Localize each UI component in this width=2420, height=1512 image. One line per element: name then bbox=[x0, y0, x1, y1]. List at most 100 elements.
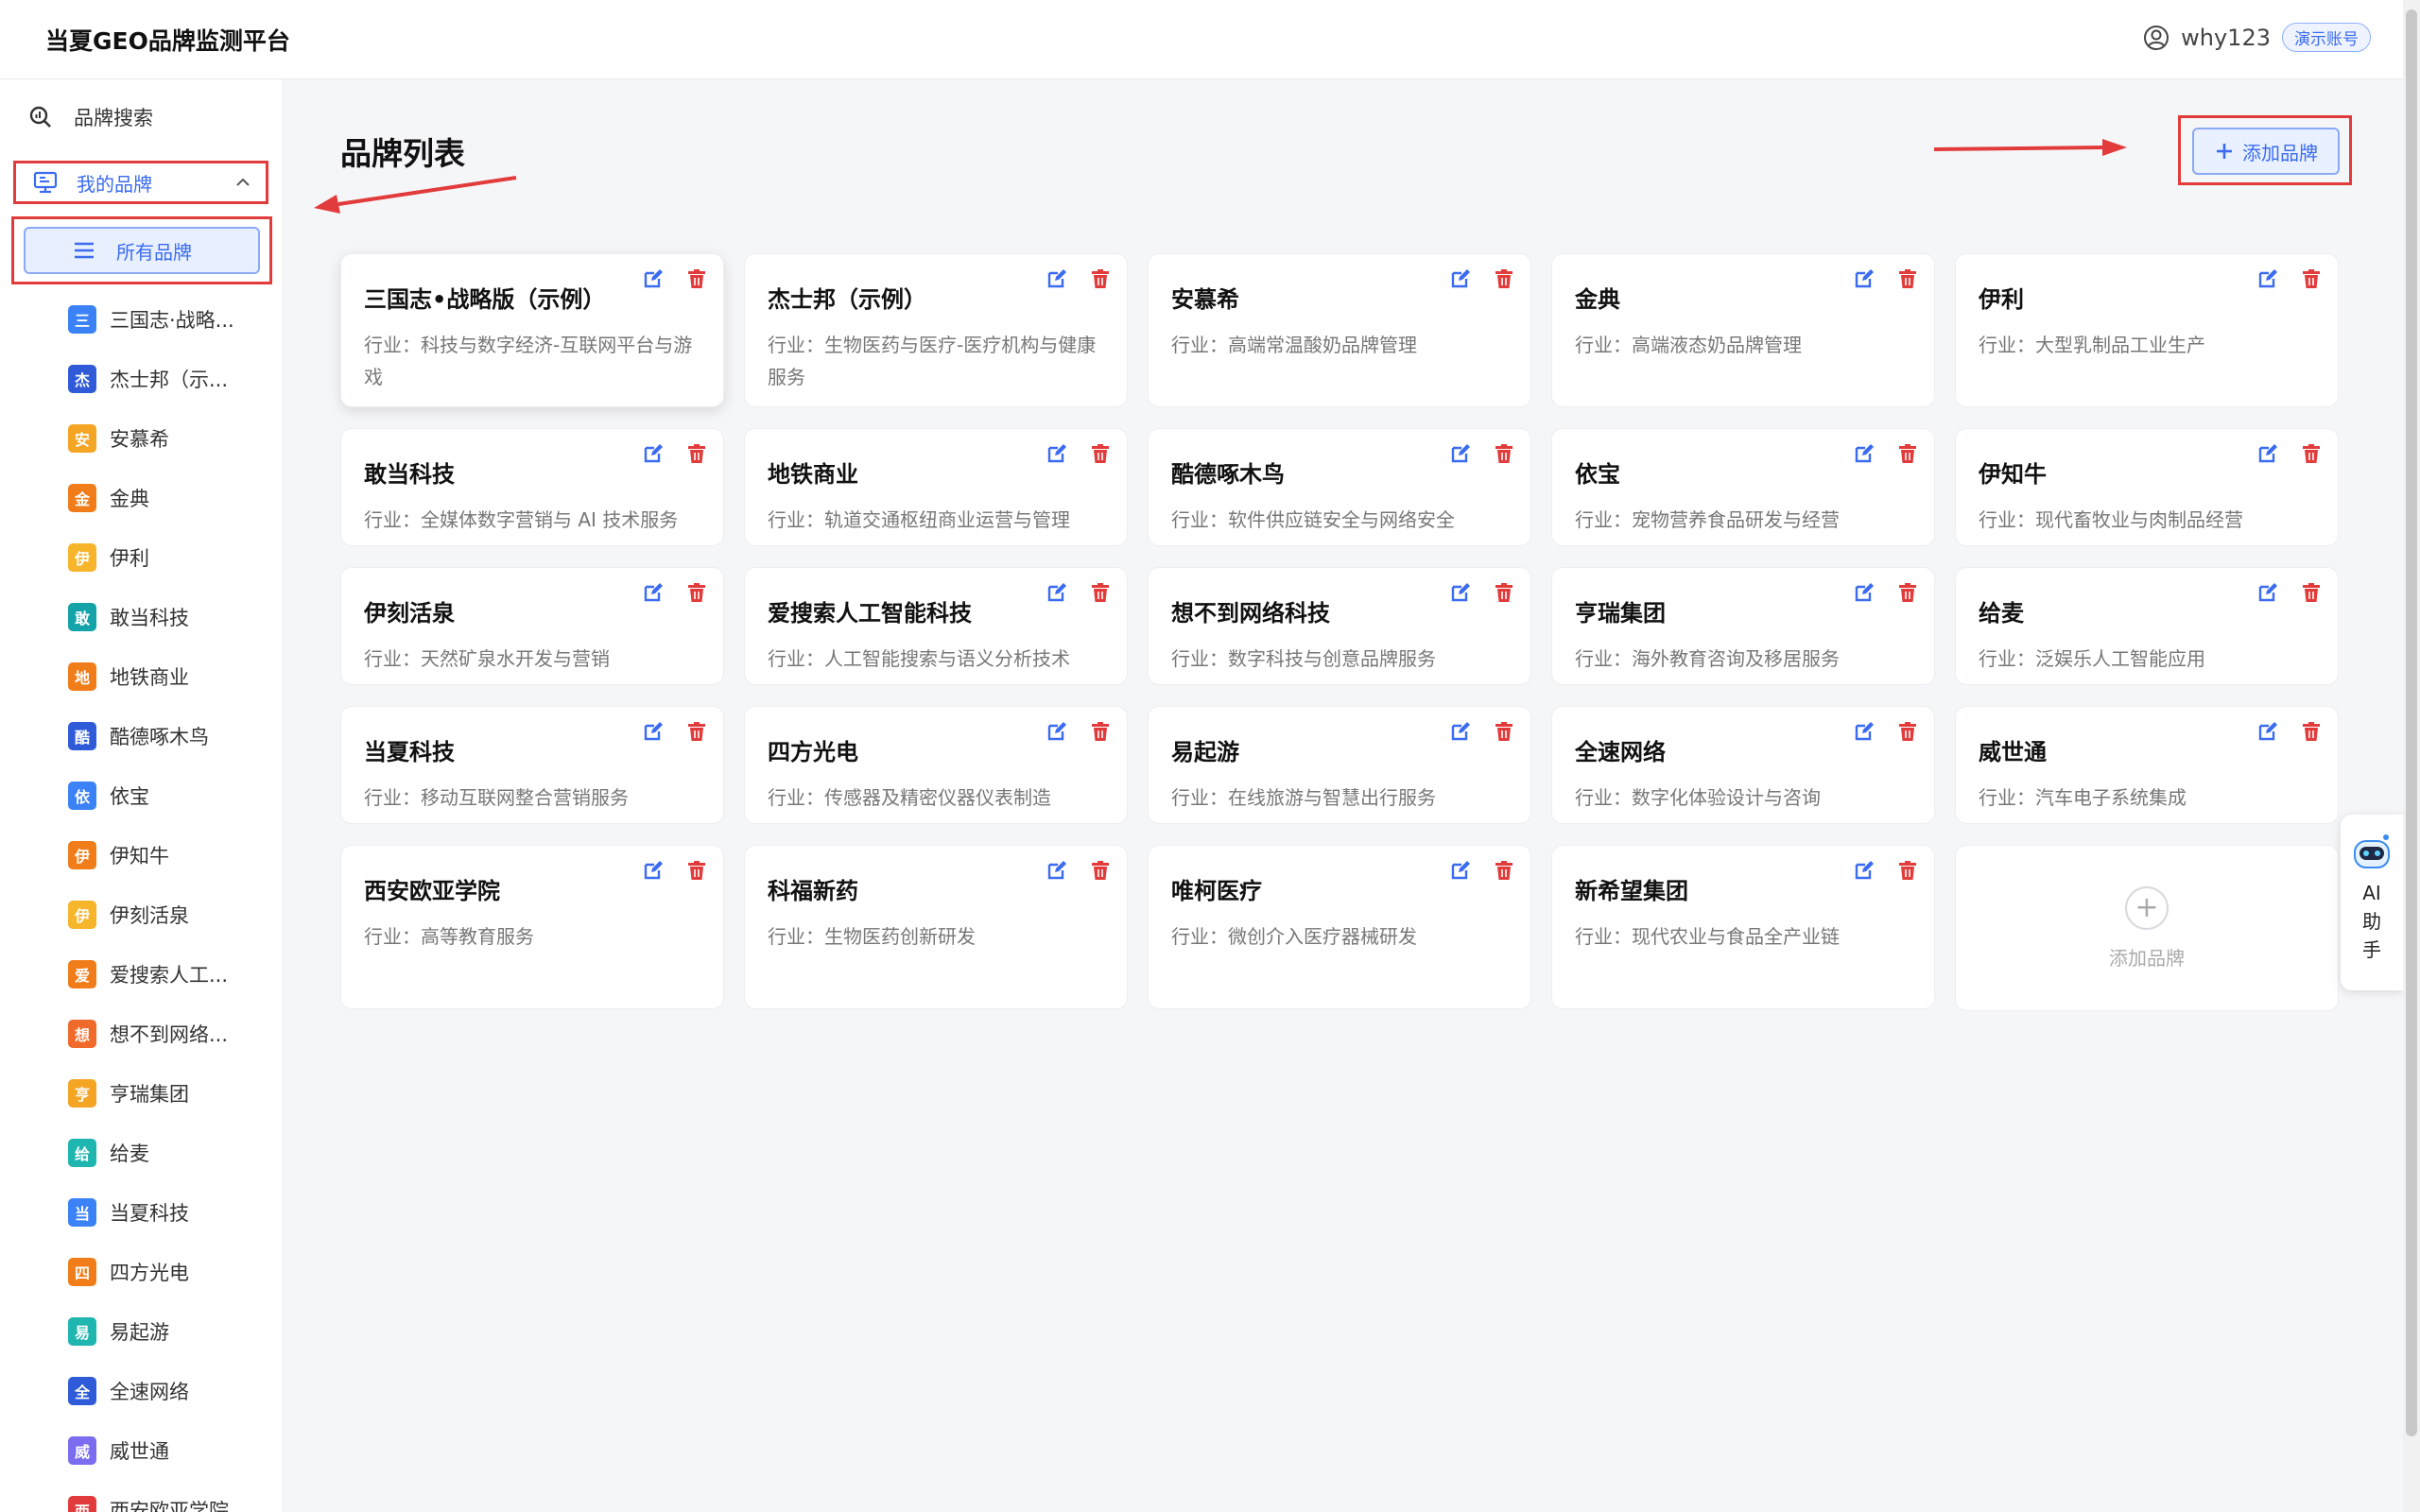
sidebar-brand-item[interactable]: 想想不到网络... bbox=[68, 1004, 283, 1063]
chevron-up-icon[interactable] bbox=[233, 173, 252, 192]
sidebar-brand-item[interactable]: 亨亨瑞集团 bbox=[68, 1063, 283, 1123]
brand-card[interactable]: 金典 行业：高端液态奶品牌管理 bbox=[1551, 253, 1935, 407]
brand-card[interactable]: 伊利 行业：大型乳制品工业生产 bbox=[1955, 253, 2339, 407]
edit-icon[interactable] bbox=[1449, 859, 1472, 882]
brand-card[interactable]: 全速网络 行业：数字化体验设计与咨询 bbox=[1551, 706, 1935, 824]
brand-card[interactable]: 当夏科技 行业：移动互联网整合营销服务 bbox=[340, 706, 724, 824]
delete-icon[interactable] bbox=[1896, 581, 1919, 604]
edit-icon[interactable] bbox=[642, 859, 665, 882]
delete-icon[interactable] bbox=[685, 581, 708, 604]
edit-icon[interactable] bbox=[1449, 720, 1472, 743]
edit-icon[interactable] bbox=[1046, 442, 1068, 465]
edit-icon[interactable] bbox=[642, 442, 665, 465]
sidebar-brand-item[interactable]: 当当夏科技 bbox=[68, 1182, 283, 1242]
sidebar-brand-item[interactable]: 酷酷德啄木鸟 bbox=[68, 706, 283, 765]
delete-icon[interactable] bbox=[1089, 859, 1112, 882]
sidebar-brand-item[interactable]: 全全速网络 bbox=[68, 1361, 283, 1420]
sidebar-brand-item[interactable]: 杰杰士邦（示... bbox=[68, 349, 283, 408]
brand-card[interactable]: 依宝 行业：宠物营养食品研发与经营 bbox=[1551, 428, 1935, 546]
edit-icon[interactable] bbox=[1853, 442, 1876, 465]
sidebar-brand-item[interactable]: 三三国志·战略... bbox=[68, 289, 283, 349]
delete-icon[interactable] bbox=[2300, 442, 2323, 465]
sidebar-brand-item[interactable]: 四四方光电 bbox=[68, 1242, 283, 1301]
brand-card[interactable]: 伊刻活泉 行业：天然矿泉水开发与营销 bbox=[340, 567, 724, 685]
edit-icon[interactable] bbox=[642, 720, 665, 743]
brand-card[interactable]: 亨瑞集团 行业：海外教育咨询及移居服务 bbox=[1551, 567, 1935, 685]
edit-icon[interactable] bbox=[1853, 859, 1876, 882]
delete-icon[interactable] bbox=[1493, 720, 1515, 743]
brand-card[interactable]: 酷德啄木鸟 行业：软件供应链安全与网络安全 bbox=[1148, 428, 1531, 546]
sidebar-brand-item[interactable]: 地地铁商业 bbox=[68, 646, 283, 706]
brand-card[interactable]: 爱搜索人工智能科技 行业：人工智能搜索与语义分析技术 bbox=[744, 567, 1128, 685]
delete-icon[interactable] bbox=[1896, 859, 1919, 882]
brand-card[interactable]: 四方光电 行业：传感器及精密仪器仪表制造 bbox=[744, 706, 1128, 824]
edit-icon[interactable] bbox=[1046, 859, 1068, 882]
delete-icon[interactable] bbox=[685, 442, 708, 465]
brand-card[interactable]: 想不到网络科技 行业：数字科技与创意品牌服务 bbox=[1148, 567, 1531, 685]
sidebar-brand-item[interactable]: 依依宝 bbox=[68, 765, 283, 825]
edit-icon[interactable] bbox=[1449, 442, 1472, 465]
edit-icon[interactable] bbox=[1449, 267, 1472, 290]
page-scrollbar[interactable] bbox=[2403, 0, 2420, 1512]
nav-brand-search[interactable]: 品牌搜索 bbox=[28, 98, 153, 136]
delete-icon[interactable] bbox=[1089, 267, 1112, 290]
edit-icon[interactable] bbox=[1853, 267, 1876, 290]
delete-icon[interactable] bbox=[1896, 720, 1919, 743]
delete-icon[interactable] bbox=[1896, 267, 1919, 290]
sidebar-brand-item[interactable]: 爱爱搜索人工... bbox=[68, 944, 283, 1004]
nav-my-brands[interactable]: 我的品牌 bbox=[13, 161, 268, 204]
edit-icon[interactable] bbox=[2256, 581, 2279, 604]
brand-card[interactable]: 给麦 行业：泛娱乐人工智能应用 bbox=[1955, 567, 2339, 685]
brand-card[interactable]: 杰士邦（示例） 行业：生物医药与医疗-医疗机构与健康服务 bbox=[744, 253, 1128, 407]
sidebar-brand-item[interactable]: 金金典 bbox=[68, 468, 283, 527]
brand-card[interactable]: 地铁商业 行业：轨道交通枢纽商业运营与管理 bbox=[744, 428, 1128, 546]
edit-icon[interactable] bbox=[1449, 581, 1472, 604]
sidebar-brand-item[interactable]: 安安慕希 bbox=[68, 408, 283, 468]
edit-icon[interactable] bbox=[2256, 442, 2279, 465]
add-brand-button[interactable]: 添加品牌 bbox=[2192, 128, 2340, 175]
brand-card[interactable]: 新希望集团 行业：现代农业与食品全产业链 bbox=[1551, 845, 1935, 1009]
brand-card[interactable]: 敢当科技 行业：全媒体数字营销与 AI 技术服务 bbox=[340, 428, 724, 546]
delete-icon[interactable] bbox=[1493, 859, 1515, 882]
brand-card[interactable]: 三国志•战略版（示例） 行业：科技与数字经济-互联网平台与游戏 bbox=[340, 253, 724, 407]
brand-card[interactable]: 威世通 行业：汽车电子系统集成 bbox=[1955, 706, 2339, 824]
brand-card[interactable]: 安慕希 行业：高端常温酸奶品牌管理 bbox=[1148, 253, 1531, 407]
delete-icon[interactable] bbox=[1493, 581, 1515, 604]
sidebar-brand-item[interactable]: 敢敢当科技 bbox=[68, 587, 283, 646]
sidebar-brand-item[interactable]: 伊伊刻活泉 bbox=[68, 885, 283, 944]
edit-icon[interactable] bbox=[642, 267, 665, 290]
delete-icon[interactable] bbox=[1089, 442, 1112, 465]
brand-card[interactable]: 易起游 行业：在线旅游与智慧出行服务 bbox=[1148, 706, 1531, 824]
delete-icon[interactable] bbox=[1089, 720, 1112, 743]
edit-icon[interactable] bbox=[1853, 581, 1876, 604]
delete-icon[interactable] bbox=[685, 720, 708, 743]
edit-icon[interactable] bbox=[1046, 720, 1068, 743]
delete-icon[interactable] bbox=[2300, 581, 2323, 604]
add-brand-card[interactable]: + 添加品牌 bbox=[1955, 845, 2339, 1011]
brand-card[interactable]: 科福新药 行业：生物医药创新研发 bbox=[744, 845, 1128, 1009]
brand-card[interactable]: 唯柯医疗 行业：微创介入医疗器械研发 bbox=[1148, 845, 1531, 1009]
delete-icon[interactable] bbox=[1089, 581, 1112, 604]
sidebar-brand-item[interactable]: 给给麦 bbox=[68, 1123, 283, 1182]
sidebar-brand-item[interactable]: 威威世通 bbox=[68, 1420, 283, 1480]
delete-icon[interactable] bbox=[1493, 267, 1515, 290]
brand-card[interactable]: 伊知牛 行业：现代畜牧业与肉制品经营 bbox=[1955, 428, 2339, 546]
edit-icon[interactable] bbox=[642, 581, 665, 604]
nav-all-brands[interactable]: 所有品牌 bbox=[24, 227, 260, 274]
delete-icon[interactable] bbox=[685, 267, 708, 290]
brand-card[interactable]: 西安欧亚学院 行业：高等教育服务 bbox=[340, 845, 724, 1009]
edit-icon[interactable] bbox=[1853, 720, 1876, 743]
sidebar-brand-item[interactable]: 易易起游 bbox=[68, 1301, 283, 1361]
scrollbar-thumb[interactable] bbox=[2406, 9, 2417, 1436]
ai-assistant-button[interactable]: AI助手 bbox=[2341, 815, 2403, 990]
delete-icon[interactable] bbox=[1493, 442, 1515, 465]
sidebar-brand-item[interactable]: 伊伊利 bbox=[68, 527, 283, 587]
edit-icon[interactable] bbox=[1046, 267, 1068, 290]
edit-icon[interactable] bbox=[2256, 267, 2279, 290]
delete-icon[interactable] bbox=[685, 859, 708, 882]
edit-icon[interactable] bbox=[1046, 581, 1068, 604]
delete-icon[interactable] bbox=[2300, 267, 2323, 290]
user-area[interactable]: why123 演示账号 bbox=[2143, 23, 2371, 52]
sidebar-brand-item[interactable]: 伊伊知牛 bbox=[68, 825, 283, 885]
delete-icon[interactable] bbox=[2300, 720, 2323, 743]
